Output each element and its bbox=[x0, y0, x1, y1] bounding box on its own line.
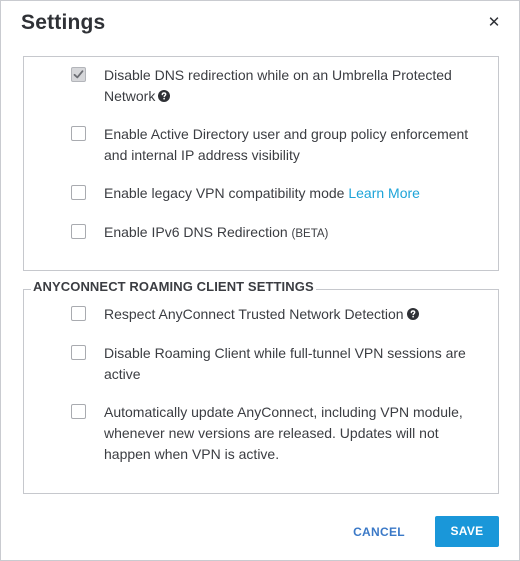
option-legacy-vpn: Enable legacy VPN compatibility mode Lea… bbox=[71, 183, 491, 204]
cancel-button[interactable]: CANCEL bbox=[341, 518, 417, 546]
option-label: Enable legacy VPN compatibility mode Lea… bbox=[104, 183, 420, 204]
option-auto-update-anyconnect: Automatically update AnyConnect, includi… bbox=[71, 402, 491, 465]
option-text-line2: Network bbox=[104, 88, 156, 104]
option-label: Disable DNS redirection while on an Umbr… bbox=[104, 65, 452, 107]
save-button[interactable]: SAVE bbox=[435, 516, 499, 547]
question-circle-icon[interactable] bbox=[158, 87, 171, 102]
option-text-line2: active bbox=[104, 366, 141, 382]
option-disable-dns-redirection: Disable DNS redirection while on an Umbr… bbox=[71, 65, 491, 107]
option-label: Enable Active Directory user and group p… bbox=[104, 124, 468, 166]
option-text: Enable IPv6 DNS Redirection bbox=[104, 224, 288, 240]
option-text-line2: whenever new versions are released. Upda… bbox=[104, 425, 439, 441]
dialog-title: Settings bbox=[21, 11, 106, 34]
close-icon[interactable]: ✕ bbox=[486, 15, 502, 31]
option-text: Enable Active Directory user and group p… bbox=[104, 126, 469, 142]
learn-more-link[interactable]: Learn More bbox=[348, 185, 420, 201]
option-active-directory: Enable Active Directory user and group p… bbox=[71, 124, 491, 166]
option-trusted-network-detection: Respect AnyConnect Trusted Network Detec… bbox=[71, 304, 491, 325]
option-text: Enable legacy VPN compatibility mode bbox=[104, 185, 345, 201]
option-label: Respect AnyConnect Trusted Network Detec… bbox=[104, 304, 419, 325]
checkbox-disable-dns-redirection[interactable] bbox=[71, 67, 86, 82]
checkbox-trusted-network-detection[interactable] bbox=[71, 306, 86, 321]
anyconnect-section-heading: ANYCONNECT ROAMING CLIENT SETTINGS bbox=[31, 279, 316, 294]
option-text: Disable Roaming Client while full-tunnel… bbox=[104, 345, 466, 361]
checkbox-ipv6-dns[interactable] bbox=[71, 224, 86, 239]
checkbox-disable-roaming-client[interactable] bbox=[71, 345, 86, 360]
beta-tag: (BETA) bbox=[291, 228, 329, 240]
checkbox-auto-update-anyconnect[interactable] bbox=[71, 404, 86, 419]
option-label: Automatically update AnyConnect, includi… bbox=[104, 402, 463, 465]
option-label: Disable Roaming Client while full-tunnel… bbox=[104, 343, 466, 385]
checkbox-active-directory[interactable] bbox=[71, 126, 86, 141]
option-text: Disable DNS redirection while on an Umbr… bbox=[104, 67, 452, 83]
option-text-line2: and internal IP address visibility bbox=[104, 147, 300, 163]
settings-dialog: Settings ✕ Disable DNS redirection while… bbox=[0, 0, 520, 561]
option-text: Automatically update AnyConnect, includi… bbox=[104, 404, 463, 420]
question-circle-icon[interactable] bbox=[406, 305, 419, 320]
option-ipv6-dns: Enable IPv6 DNS Redirection (BETA) bbox=[71, 222, 491, 245]
checkbox-legacy-vpn[interactable] bbox=[71, 185, 86, 200]
option-text-line3: happen when VPN is active. bbox=[104, 446, 280, 462]
option-disable-roaming-client: Disable Roaming Client while full-tunnel… bbox=[71, 343, 491, 385]
option-text: Respect AnyConnect Trusted Network Detec… bbox=[104, 306, 404, 322]
option-label: Enable IPv6 DNS Redirection (BETA) bbox=[104, 222, 328, 245]
